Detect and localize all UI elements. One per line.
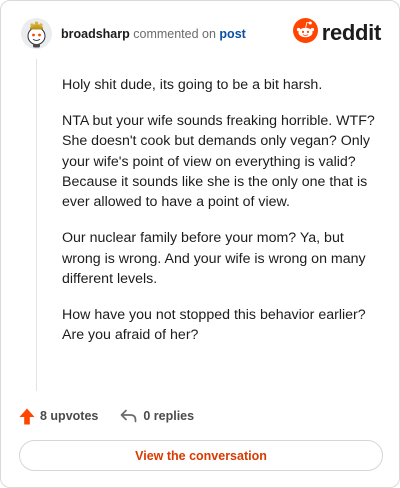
username-link[interactable]: broadsharp bbox=[61, 27, 130, 41]
reddit-snoo-icon bbox=[292, 18, 318, 48]
comment-header: broadsharp commented on post reddit bbox=[21, 18, 385, 54]
reddit-logo[interactable]: reddit bbox=[292, 18, 382, 48]
upvote-stat[interactable]: 8 upvotes bbox=[19, 408, 98, 425]
comment-meta: broadsharp commented on post bbox=[61, 27, 246, 41]
comment-paragraph: Holy shit dude, its going to be a bit ha… bbox=[62, 77, 323, 93]
comment-paragraph: How have you not stopped this behavior e… bbox=[62, 306, 366, 344]
reddit-wordmark: reddit bbox=[321, 20, 382, 45]
reply-count: 0 replies bbox=[143, 409, 195, 423]
comment-card: broadsharp commented on post reddit Holy… bbox=[0, 0, 400, 488]
snoo-avatar-icon[interactable] bbox=[21, 18, 52, 49]
comment-paragraph: Our nuclear family before your mom? Ya, … bbox=[62, 230, 366, 288]
post-link[interactable]: post bbox=[219, 27, 245, 41]
comment-paragraph: NTA but your wife sounds freaking horrib… bbox=[62, 112, 375, 211]
action-text: commented on bbox=[133, 27, 216, 41]
reply-stat[interactable]: 0 replies bbox=[120, 409, 194, 423]
reply-arrow-icon[interactable] bbox=[120, 409, 137, 423]
view-conversation-button[interactable]: View the conversation bbox=[19, 440, 383, 471]
comment-body: Holy shit dude, its going to be a bit ha… bbox=[62, 75, 382, 361]
comment-footer: 8 upvotes 0 replies bbox=[19, 405, 194, 427]
upvote-arrow-icon[interactable] bbox=[19, 408, 35, 425]
thread-line[interactable] bbox=[36, 59, 37, 391]
upvote-count: 8 upvotes bbox=[40, 409, 99, 423]
